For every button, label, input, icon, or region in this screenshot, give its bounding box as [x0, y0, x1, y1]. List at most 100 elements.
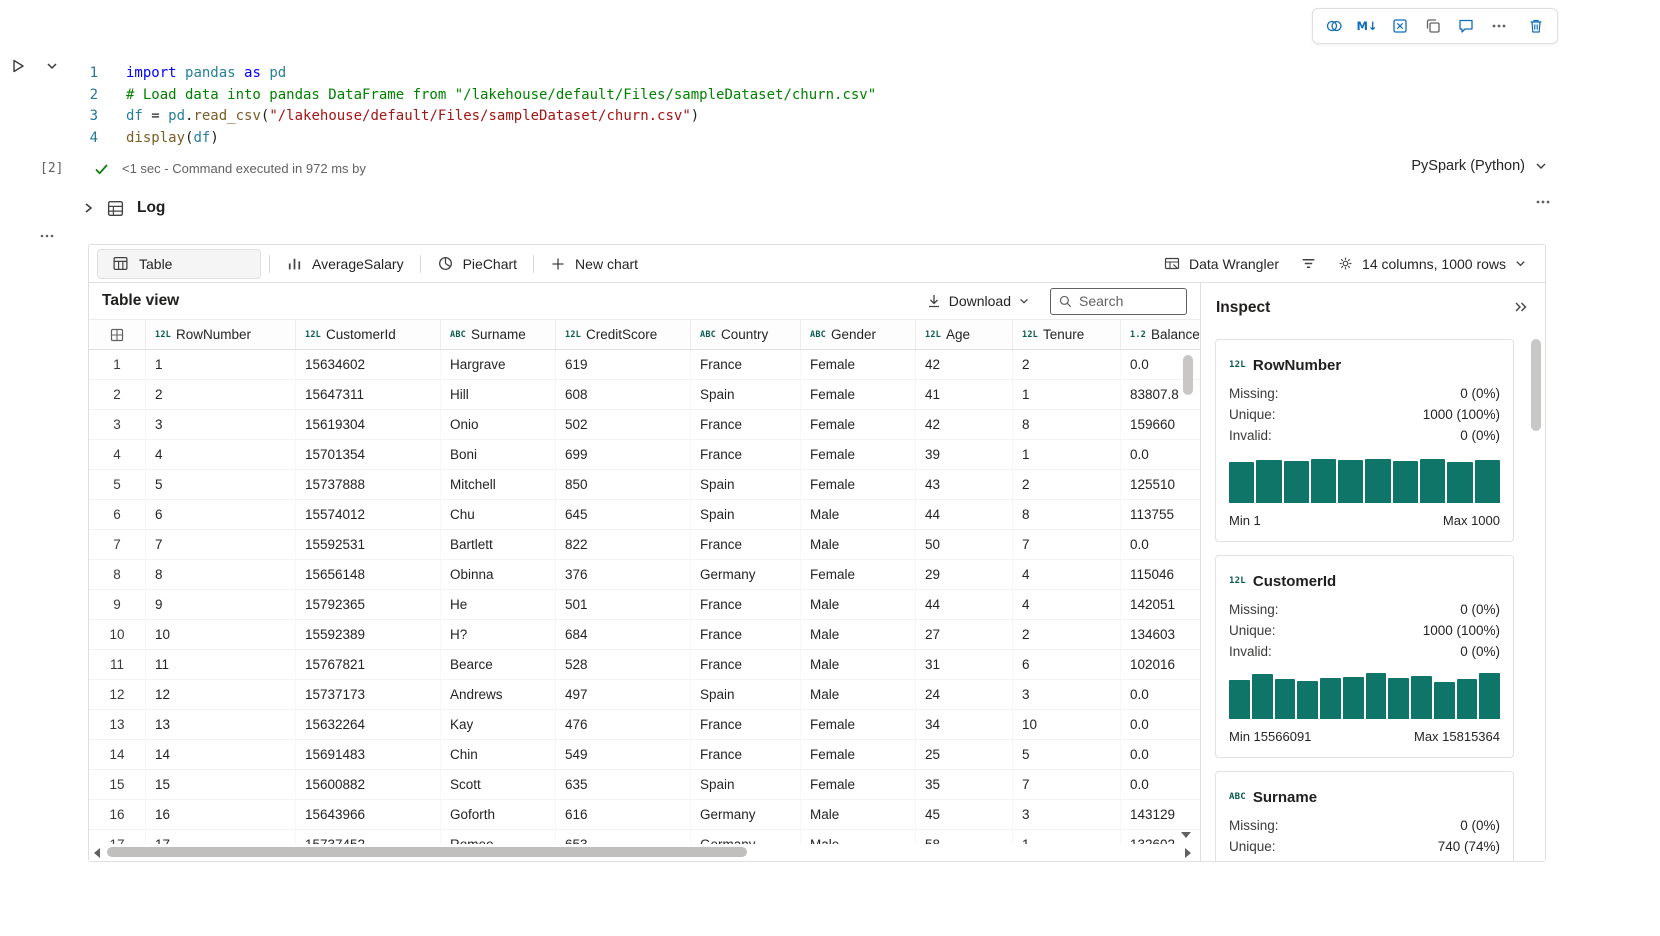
- search-box: [1050, 288, 1187, 315]
- table-cell: 13: [146, 710, 296, 739]
- table-cell: 5: [146, 470, 296, 499]
- table-row[interactable]: 3315619304Onio502FranceFemale428159660: [89, 410, 1200, 440]
- histogram-bar: [1284, 461, 1309, 503]
- delete-icon[interactable]: [1521, 11, 1551, 41]
- column-name: Tenure: [1043, 327, 1084, 342]
- table-cell: 14: [146, 740, 296, 769]
- tab-new-chart[interactable]: New chart: [534, 249, 654, 279]
- table-row[interactable]: 8815656148Obinna376GermanyFemale29411504…: [89, 560, 1200, 590]
- inspect-scrollbar-thumb[interactable]: [1531, 339, 1541, 431]
- table-row[interactable]: 131315632264Kay476FranceFemale34100.0: [89, 710, 1200, 740]
- table-row[interactable]: 1115634602Hargrave619FranceFemale4220.0: [89, 350, 1200, 380]
- cell-more-icon[interactable]: [38, 228, 56, 244]
- tab-averagesalary[interactable]: AverageSalary: [270, 249, 420, 279]
- table-vertical-scrollbar-thumb[interactable]: [1183, 355, 1193, 395]
- code-text[interactable]: # Load data into pandas DataFrame from "…: [126, 85, 876, 107]
- table-row[interactable]: 121215737173Andrews497SpainMale2430.0: [89, 680, 1200, 710]
- select-all-cell[interactable]: [89, 320, 146, 349]
- table-vertical-scrollbar[interactable]: [1183, 353, 1193, 837]
- code-text[interactable]: import pandas as pd: [126, 63, 286, 85]
- column-header-customerid[interactable]: 12LCustomerId: [296, 320, 441, 349]
- code-text[interactable]: df = pd.read_csv("/lakehouse/default/Fil…: [126, 106, 699, 128]
- column-header-age[interactable]: 12LAge: [916, 320, 1013, 349]
- table-row[interactable]: 5515737888Mitchell850SpainFemale43212551…: [89, 470, 1200, 500]
- table-cell: Germany: [691, 800, 801, 829]
- stat-label: Missing:: [1229, 599, 1279, 620]
- table-horizontal-scrollbar[interactable]: [89, 844, 1200, 861]
- more-options-icon[interactable]: [1484, 11, 1514, 41]
- table-cell: 15: [146, 770, 296, 799]
- table-cell: Spain: [691, 470, 801, 499]
- table-cell: Male: [801, 500, 916, 529]
- table-row[interactable]: 111115767821Bearce528FranceMale316102016: [89, 650, 1200, 680]
- search-input[interactable]: [1079, 293, 1171, 309]
- table-row[interactable]: 161615643966Goforth616GermanyMale4531431…: [89, 800, 1200, 830]
- column-header-rownumber[interactable]: 12LRowNumber: [146, 320, 296, 349]
- markdown-glyph: M↓: [1356, 19, 1377, 33]
- tab-table[interactable]: Table: [97, 249, 261, 279]
- kernel-selector[interactable]: PySpark (Python): [1411, 158, 1548, 174]
- scroll-left-icon[interactable]: [93, 848, 101, 858]
- table-cell: 15592389: [296, 620, 441, 649]
- duplicate-icon[interactable]: [1418, 11, 1448, 41]
- table-row[interactable]: 151515600882Scott635SpainFemale3570.0: [89, 770, 1200, 800]
- table-row[interactable]: 2215647311Hill608SpainFemale41183807.8: [89, 380, 1200, 410]
- row-number-cell: 8: [89, 560, 146, 589]
- chevron-right-icon: [82, 201, 94, 215]
- column-header-gender[interactable]: ABCGender: [801, 320, 916, 349]
- line-number: 4: [80, 128, 126, 150]
- table-row[interactable]: 141415691483Chin549FranceFemale2550.0: [89, 740, 1200, 770]
- table-cell: France: [691, 590, 801, 619]
- code-token: # Load data into pandas DataFrame from "…: [126, 87, 876, 103]
- table-cell: 7: [1013, 530, 1121, 559]
- output-content: Table AverageSalary PieChart: [88, 244, 1546, 862]
- table-cell: France: [691, 350, 801, 379]
- column-header-creditscore[interactable]: 12LCreditScore: [556, 320, 691, 349]
- code-editor[interactable]: 1import pandas as pd2# Load data into pa…: [80, 63, 1560, 149]
- table-cell: 1: [1013, 380, 1121, 409]
- table-horizontal-scrollbar-thumb[interactable]: [107, 847, 747, 857]
- table-row[interactable]: 4415701354Boni699FranceFemale3910.0: [89, 440, 1200, 470]
- table-cell: 44: [916, 590, 1013, 619]
- table-cell: 645: [556, 500, 691, 529]
- histogram-bar: [1365, 459, 1390, 503]
- clear-output-icon[interactable]: [1385, 11, 1415, 41]
- comment-icon[interactable]: [1451, 11, 1481, 41]
- code-text[interactable]: display(df): [126, 128, 219, 150]
- table-row[interactable]: 7715592531Bartlett822FranceMale5070.0: [89, 530, 1200, 560]
- scroll-right-icon[interactable]: [1184, 848, 1192, 858]
- table-cell: 528: [556, 650, 691, 679]
- row-number-cell: 11: [89, 650, 146, 679]
- column-header-surname[interactable]: ABCSurname: [441, 320, 556, 349]
- data-wrangler-button[interactable]: Data Wrangler: [1163, 255, 1279, 273]
- markdown-icon[interactable]: M↓: [1352, 11, 1382, 41]
- code-token: read_csv: [193, 108, 260, 124]
- collapse-panel-icon[interactable]: [1513, 299, 1529, 315]
- filter-icon[interactable]: [1297, 253, 1319, 275]
- histogram-bar: [1343, 677, 1364, 719]
- column-header-tenure[interactable]: 12LTenure: [1013, 320, 1121, 349]
- row-number-cell: 6: [89, 500, 146, 529]
- table-cell: 2: [1013, 470, 1121, 499]
- column-header-balance[interactable]: 1.2Balance: [1121, 320, 1201, 349]
- row-number-cell: 15: [89, 770, 146, 799]
- table-cell: 15643966: [296, 800, 441, 829]
- tab-piechart[interactable]: PieChart: [421, 249, 533, 279]
- column-header-country[interactable]: ABCCountry: [691, 320, 801, 349]
- execution-count: [2]: [40, 161, 63, 176]
- download-button[interactable]: Download: [926, 293, 1030, 309]
- table-cell: 15632264: [296, 710, 441, 739]
- visualize-icon[interactable]: [1319, 11, 1349, 41]
- table-row[interactable]: 6615574012Chu645SpainMale448113755: [89, 500, 1200, 530]
- run-cell-button[interactable]: [8, 56, 28, 76]
- scroll-down-icon[interactable]: [1181, 831, 1191, 839]
- log-section-header[interactable]: Log: [82, 195, 165, 221]
- columns-rows-selector[interactable]: 14 columns, 1000 rows: [1337, 255, 1527, 272]
- output-more-options-icon[interactable]: [1534, 194, 1552, 210]
- histogram-bar: [1229, 462, 1254, 503]
- table-row[interactable]: 9915792365He501FranceMale444142051: [89, 590, 1200, 620]
- run-options-chevron-icon[interactable]: [44, 58, 60, 74]
- table-cell: 41: [916, 380, 1013, 409]
- table-row[interactable]: 101015592389H?684FranceMale272134603: [89, 620, 1200, 650]
- table-cell: 3: [1013, 680, 1121, 709]
